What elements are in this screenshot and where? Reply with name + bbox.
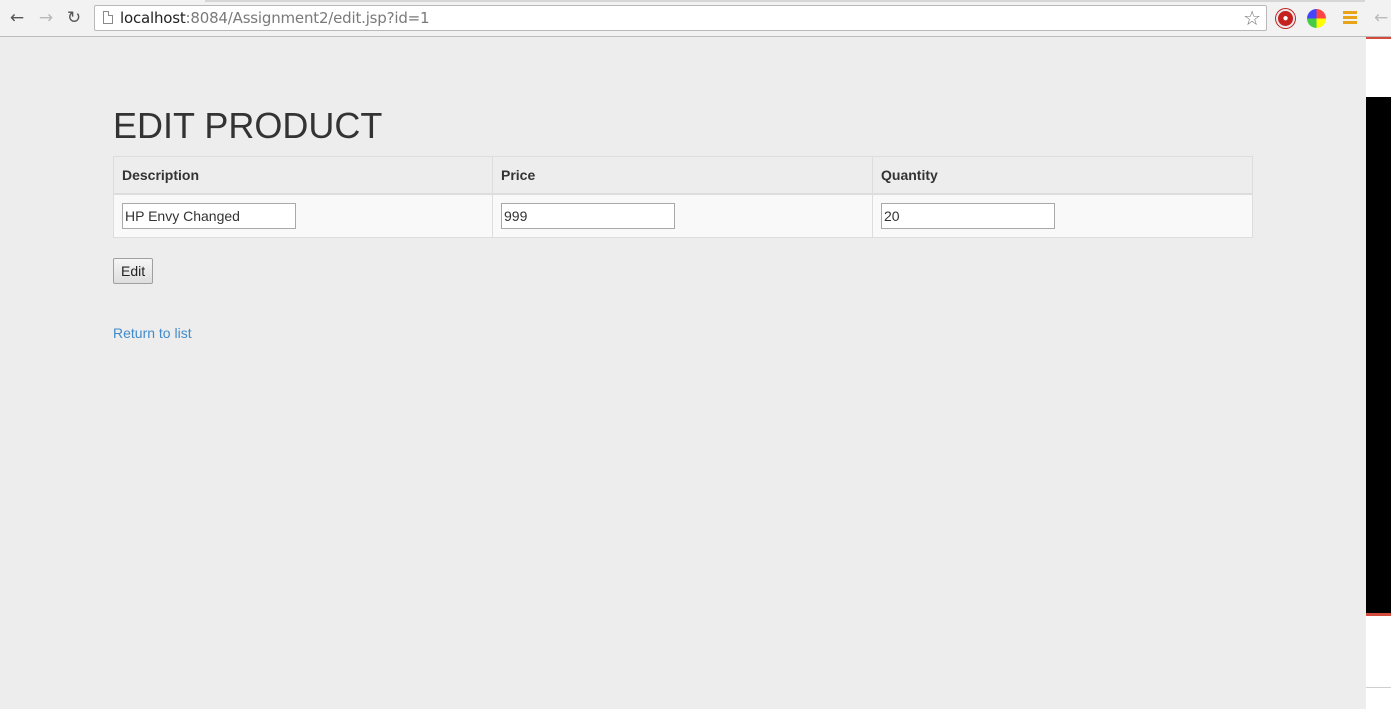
menu-icon[interactable] (1343, 11, 1357, 25)
edit-button[interactable]: Edit (113, 258, 154, 284)
description-cell (113, 193, 493, 238)
tab-strip-edge (205, 0, 1365, 2)
column-header-quantity: Quantity (872, 156, 1253, 195)
page-title: EDIT PRODUCT (113, 105, 383, 146)
browser-toolbar: ← → ↻ localhost:8084/Assignment2/edit.js… (0, 0, 1391, 37)
back-arrow-icon[interactable]: ← (7, 8, 27, 28)
url-path: :8084/Assignment2/edit.jsp?id=1 (185, 9, 430, 27)
price-input[interactable] (501, 203, 675, 229)
url-text[interactable]: localhost:8084/Assignment2/edit.jsp?id=1 (120, 9, 430, 27)
quantity-input[interactable] (881, 203, 1055, 229)
stop-extension-icon[interactable]: ● (1276, 9, 1295, 28)
color-picker-extension-icon[interactable] (1307, 9, 1326, 28)
table-row (113, 193, 1253, 238)
table-header-row: Description Price Quantity (113, 156, 1253, 195)
page-icon (103, 11, 113, 24)
quantity-cell (872, 193, 1253, 238)
side-panel-dark-area (1366, 97, 1391, 613)
address-bar[interactable]: localhost:8084/Assignment2/edit.jsp?id=1… (94, 5, 1267, 31)
forward-arrow-icon[interactable]: → (36, 8, 56, 28)
product-table: Description Price Quantity (113, 156, 1253, 238)
side-panel (1366, 37, 1391, 709)
url-host: localhost (120, 9, 186, 27)
price-cell (492, 193, 873, 238)
bookmark-star-icon[interactable]: ☆ (1243, 7, 1261, 29)
description-input[interactable] (122, 203, 296, 229)
column-header-price: Price (492, 156, 873, 195)
column-header-description: Description (113, 156, 493, 195)
panel-arrow-icon[interactable]: ← (1374, 8, 1388, 28)
return-to-list-link[interactable]: Return to list (113, 325, 192, 341)
reload-icon[interactable]: ↻ (64, 8, 84, 28)
